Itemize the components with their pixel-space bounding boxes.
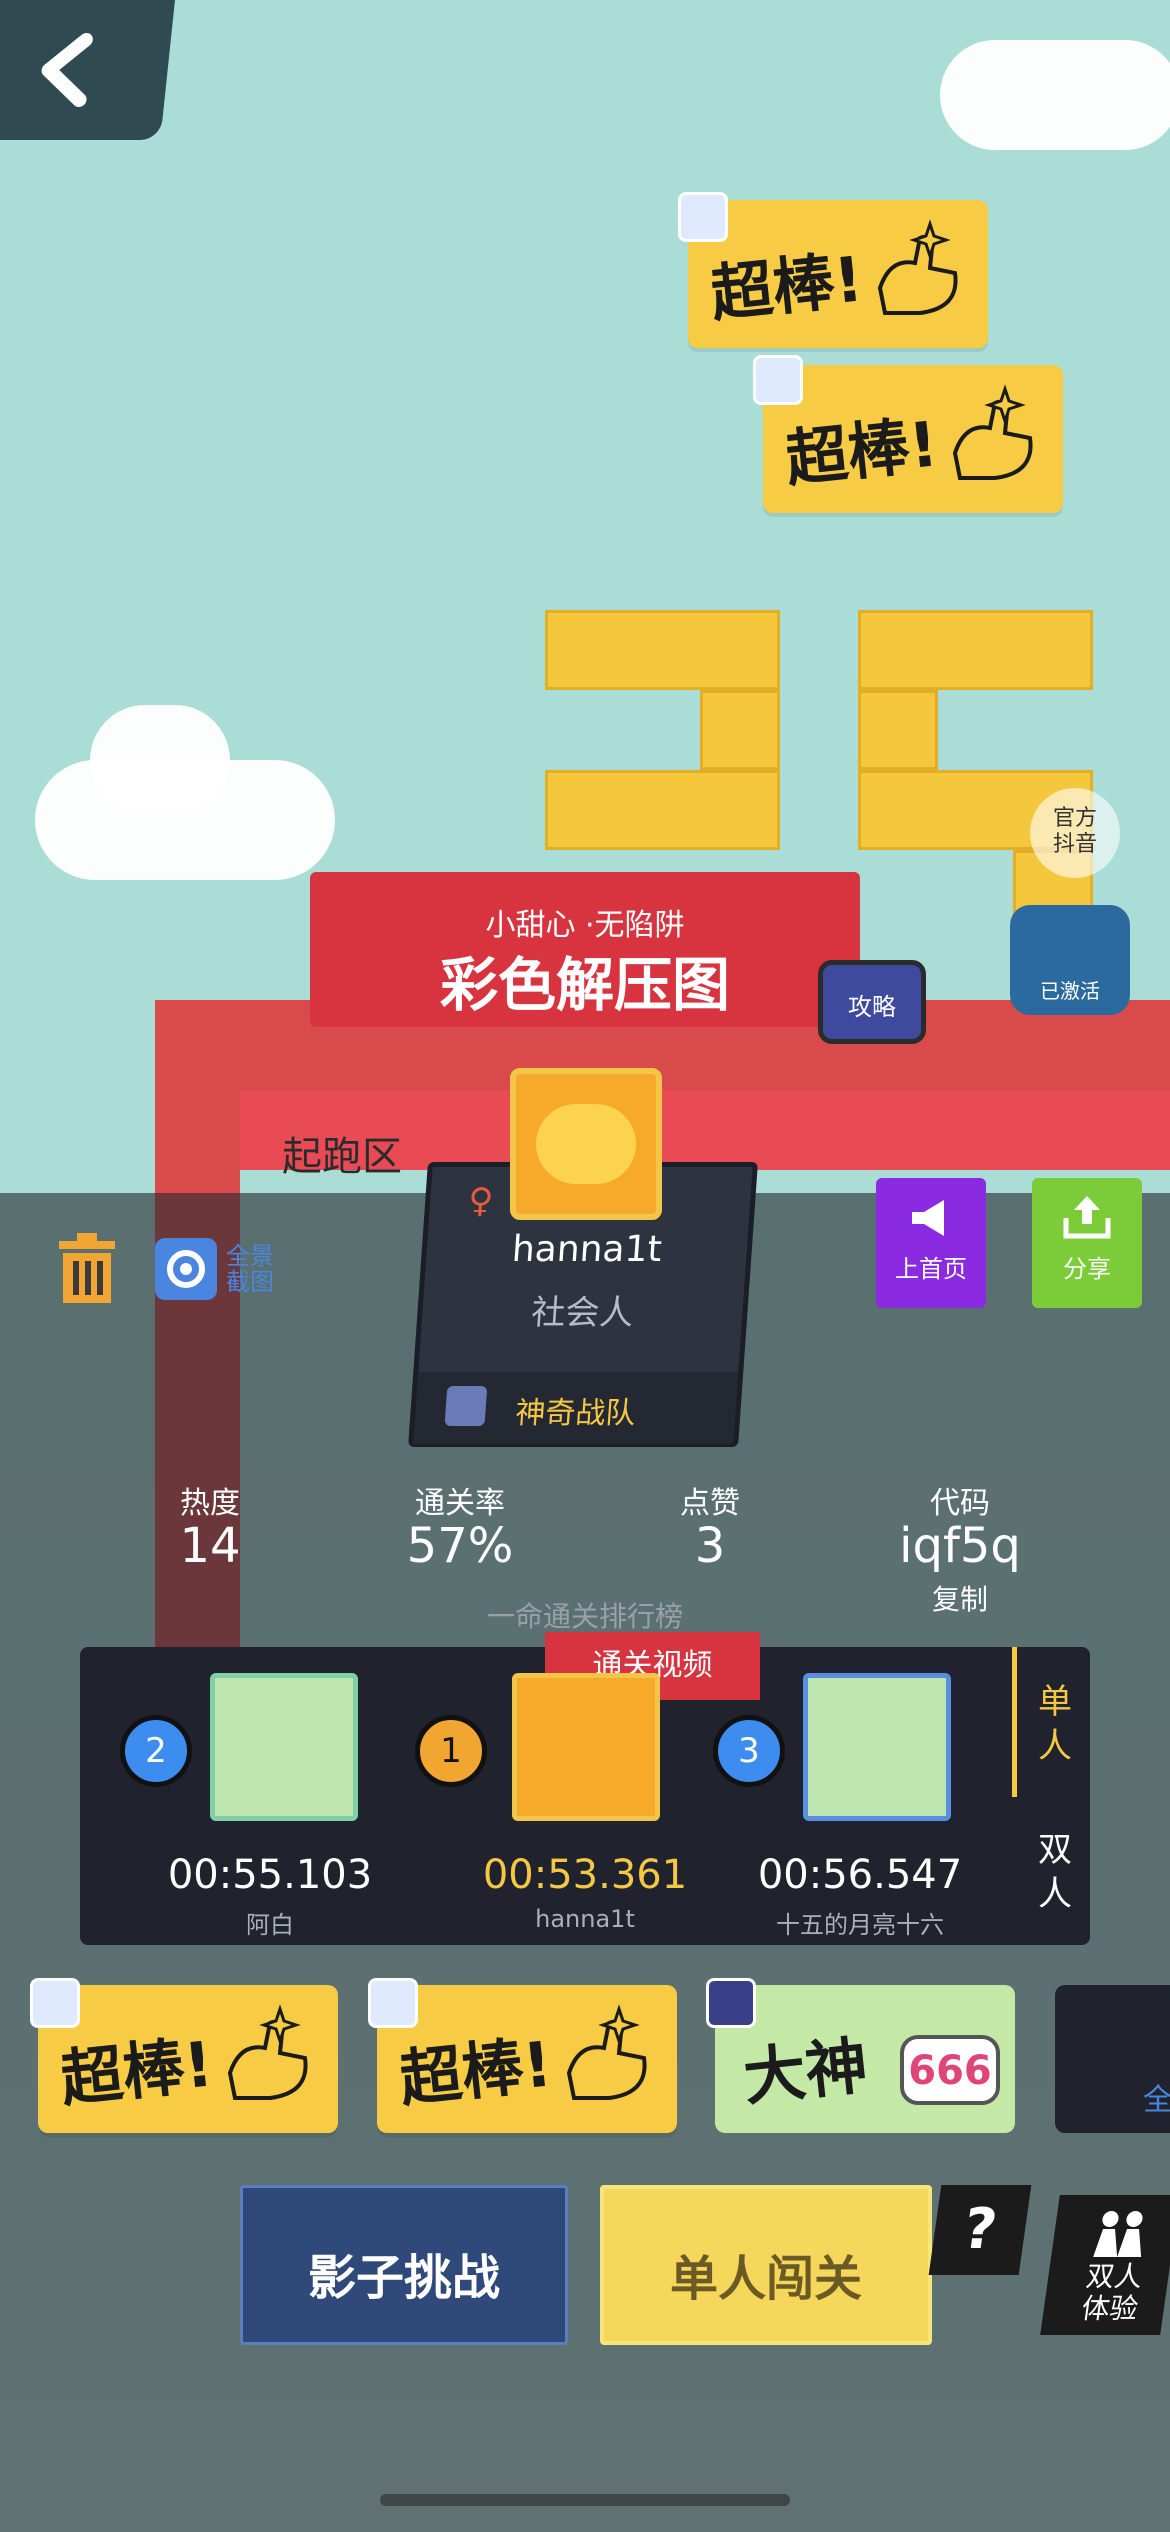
player-avatar[interactable] <box>510 1068 662 1220</box>
camera-icon <box>167 1250 205 1288</box>
tab-solo[interactable]: 单 人 <box>1030 1680 1080 1768</box>
stat-value: 57% <box>406 1518 514 1574</box>
user-avatar-badge <box>30 1978 80 2028</box>
share-icon <box>1063 1196 1111 1239</box>
user-avatar-badge <box>706 1978 756 2028</box>
avatar-face <box>536 1104 636 1184</box>
sticker-text: 超棒! <box>707 242 867 331</box>
rank-time: 00:55.103 <box>167 1852 373 1898</box>
delete-button[interactable] <box>55 1233 119 1303</box>
rank-player-name: 阿白 <box>246 1911 294 1939</box>
praise-sticker[interactable]: 超棒! <box>377 1985 677 2133</box>
two-people-icon <box>1093 2211 1143 2257</box>
sticker-666: 666 <box>900 2035 1000 2105</box>
lego-block <box>545 770 780 850</box>
rank-number: 1 <box>415 1715 487 1787</box>
sticker-text: 超棒! <box>57 2027 217 2116</box>
rank-player-name: 十五的月亮十六 <box>776 1911 944 1939</box>
lego-block <box>858 610 1093 690</box>
team-row[interactable]: 神奇战队 <box>413 1372 739 1444</box>
homepage-button[interactable]: 上首页 <box>876 1178 986 1308</box>
rank-player-name: hanna1t <box>535 1905 635 1933</box>
sticker-text: 超棒! <box>396 2027 556 2116</box>
solo-play-label: 单人闯关 <box>669 2251 862 2307</box>
help-button[interactable]: ? <box>928 2185 1032 2275</box>
guide-label: 攻略 <box>848 993 896 1021</box>
fullscreen-label: 全景 截图 <box>226 1242 274 1296</box>
lego-block <box>858 690 938 770</box>
activated-label: 已激活 <box>1040 979 1100 1003</box>
copy-code-button[interactable]: 复制 <box>900 1578 1020 1618</box>
rank-number: 2 <box>120 1715 192 1787</box>
praise-sticker[interactable]: 超棒! <box>38 1985 338 2133</box>
official-douyin-button[interactable]: 官方 抖音 <box>1030 788 1120 878</box>
shadow-challenge-label: 影子挑战 <box>307 2250 500 2306</box>
player-role: 社会人 <box>530 1293 635 1333</box>
stat-label: 代码 <box>930 1486 990 1521</box>
back-arrow-icon <box>41 33 93 107</box>
more-stickers-panel[interactable]: 全 <box>1055 1985 1170 2133</box>
rank-time: 00:53.361 <box>482 1852 688 1898</box>
cloud <box>90 705 230 815</box>
rank-avatar[interactable] <box>512 1673 660 1821</box>
sticker-text: 超棒! <box>782 407 942 496</box>
user-avatar-badge <box>753 355 803 405</box>
trash-icon <box>59 1233 115 1303</box>
tab-duo[interactable]: 双 人 <box>1030 1828 1080 1916</box>
team-name: 神奇战队 <box>514 1396 637 1431</box>
start-zone-label: 起跑区 <box>282 1134 402 1180</box>
tab-active-indicator <box>1012 1647 1017 1797</box>
back-button[interactable] <box>0 0 176 140</box>
praise-sticker: 超棒! <box>688 200 988 348</box>
level-title-banner: 小甜心 ·无陷阱 彩色解压图 <box>310 872 860 1027</box>
share-label: 分享 <box>1063 1255 1111 1283</box>
solo-play-button[interactable]: 单人闯关 <box>600 2185 932 2345</box>
player-name: hanna1t <box>510 1229 664 1270</box>
rank-time: 00:56.547 <box>757 1852 963 1898</box>
thumbs-up-icon <box>566 2004 647 2100</box>
duo-experience-button[interactable]: 双人 体验 <box>1040 2195 1170 2335</box>
level-code: iqf5q <box>899 1518 1021 1574</box>
user-avatar-badge <box>368 1978 418 2028</box>
level-title: 彩色解压图 <box>439 951 730 1019</box>
gender-icon: ♀ <box>466 1181 495 1221</box>
megaphone-icon <box>912 1200 944 1236</box>
god-sticker[interactable]: 大神 666 <box>715 1985 1015 2133</box>
shadow-challenge-button[interactable]: 影子挑战 <box>240 2185 568 2345</box>
sticker-text: 大神 <box>740 2028 872 2115</box>
thumbs-up-icon <box>877 219 958 315</box>
rank-number: 3 <box>713 1715 785 1787</box>
stat-label: 通关率 <box>415 1486 505 1521</box>
praise-sticker: 超棒! <box>763 365 1063 513</box>
rank-avatar[interactable] <box>210 1673 358 1821</box>
stat-label: 点赞 <box>680 1486 740 1521</box>
more-label: 全 <box>1143 2083 1170 2118</box>
thumbs-up-icon <box>227 2004 308 2100</box>
home-indicator <box>380 2494 790 2506</box>
lego-block <box>545 610 780 690</box>
cloud <box>940 40 1170 150</box>
duo-label: 双人 体验 <box>1079 2260 1145 2325</box>
rank-avatar[interactable] <box>803 1673 951 1821</box>
stat-value: 14 <box>179 1518 241 1574</box>
lego-block <box>700 690 780 770</box>
stat-value: 3 <box>694 1518 726 1574</box>
fullscreen-screenshot-button[interactable] <box>155 1238 217 1300</box>
homepage-label: 上首页 <box>895 1255 967 1283</box>
stat-label: 热度 <box>180 1486 240 1521</box>
team-shield-icon <box>444 1386 488 1426</box>
user-avatar-badge <box>678 192 728 242</box>
thumbs-up-icon <box>952 384 1033 480</box>
activated-badge[interactable]: 已激活 <box>1010 905 1130 1015</box>
share-button[interactable]: 分享 <box>1032 1178 1142 1308</box>
leaderboard-title: 一命通关排行榜 <box>486 1600 683 1633</box>
guide-button[interactable]: 攻略 <box>818 960 926 1044</box>
